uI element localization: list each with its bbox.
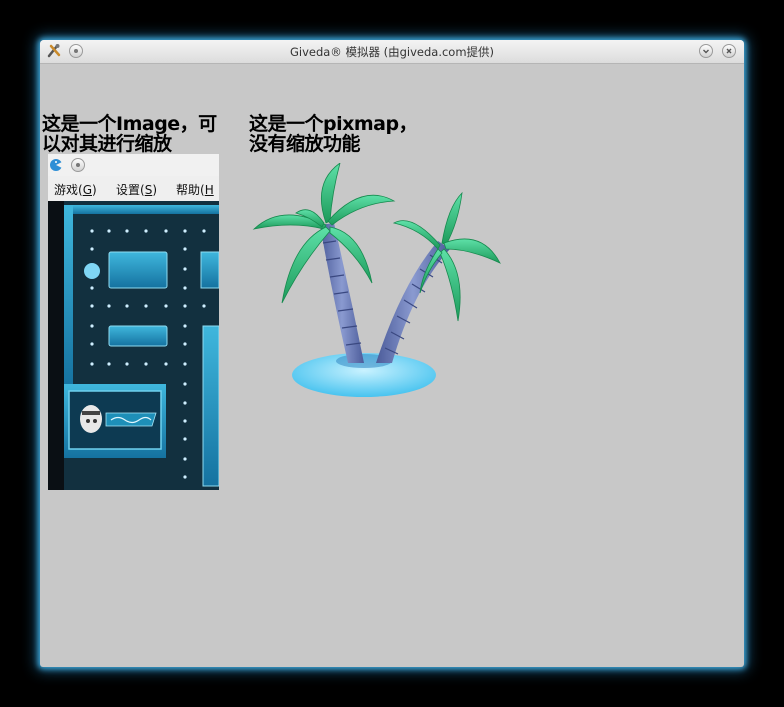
pacman-app-icon: [50, 159, 62, 171]
power-pellet: [84, 263, 100, 279]
image-window-menu-icon: [71, 158, 85, 172]
scaled-image: 游戏(G) 设置(S) 帮助(H: [48, 154, 219, 490]
image-menu-game: 游戏(G): [54, 183, 97, 197]
image-titlebar: [48, 154, 219, 176]
image-menubar: 游戏(G) 设置(S) 帮助(H: [48, 176, 219, 201]
image-label-line1: 这是一个Image，可: [42, 113, 217, 135]
emulator-window: Giveda® 模拟器 (由giveda.com提供) 这是一个Image，可 …: [40, 40, 744, 667]
palm-island-pixmap: [252, 163, 501, 397]
image-label-line2: 以对其进行缩放: [42, 133, 172, 155]
pacman-game-board: [48, 201, 219, 490]
image-menu-settings: 设置(S): [116, 183, 157, 197]
minimize-icon[interactable]: [699, 44, 713, 58]
image-menu-help: 帮助(H: [176, 183, 214, 197]
window-titlebar[interactable]: Giveda® 模拟器 (由giveda.com提供): [40, 40, 744, 64]
window-title: Giveda® 模拟器 (由giveda.com提供): [289, 45, 495, 59]
pixmap-label-line2: 没有缩放功能: [249, 133, 361, 155]
close-icon[interactable]: [722, 44, 736, 58]
pixmap-label-line1: 这是一个pixmap，: [249, 113, 418, 135]
